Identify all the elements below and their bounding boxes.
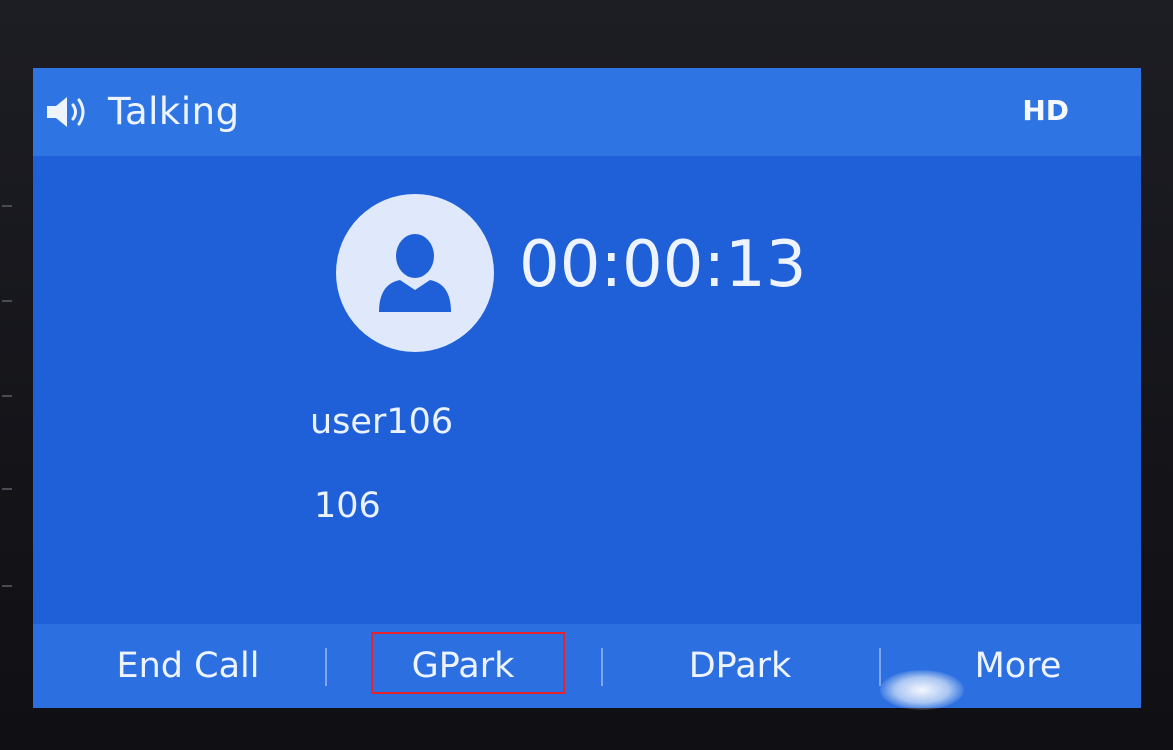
phone-screen: Talking HD 00:00:13 user106 106 End Call… (33, 68, 1141, 708)
bezel-mark (2, 395, 12, 397)
softkey-divider (879, 648, 881, 686)
end-call-button[interactable]: End Call (73, 624, 303, 708)
hd-audio-badge: HD (1022, 94, 1069, 127)
softkey-divider (325, 648, 327, 686)
softkey-divider (601, 648, 603, 686)
caller-number: 106 (314, 486, 381, 526)
bezel-mark (2, 585, 12, 587)
user-avatar-icon (336, 194, 494, 352)
call-status-bar: Talking HD (33, 68, 1141, 156)
call-info-panel: 00:00:13 user106 106 (33, 156, 1141, 624)
dpark-button[interactable]: DPark (625, 624, 855, 708)
call-duration: 00:00:13 (519, 228, 807, 302)
caller-name: user106 (310, 402, 454, 442)
bezel-mark (2, 488, 12, 490)
screen-glare (880, 670, 964, 710)
gpark-highlight-box (371, 632, 565, 694)
call-state-label: Talking (108, 90, 240, 133)
speaker-icon (45, 94, 95, 130)
softkey-bar: End Call GPark DPark More (33, 624, 1141, 708)
bezel-mark (2, 300, 12, 302)
bezel-mark (2, 205, 12, 207)
